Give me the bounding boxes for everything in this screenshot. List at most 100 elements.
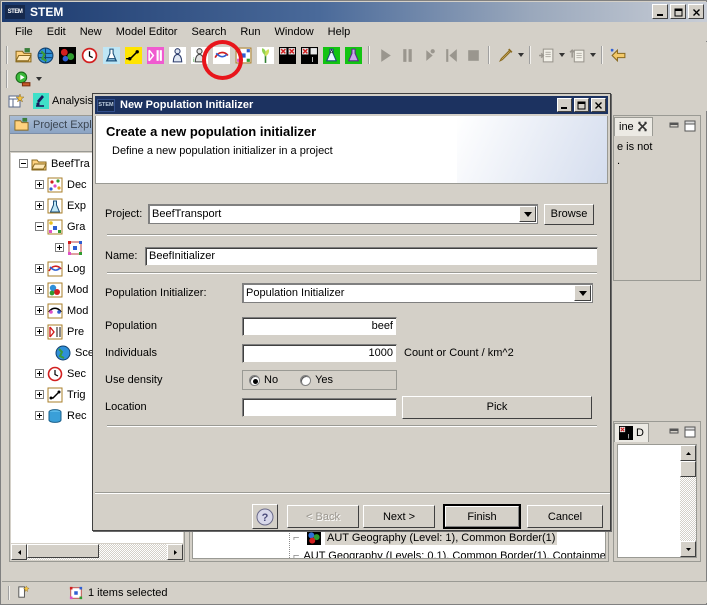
initializer-combo[interactable]: Population Initializer [242, 283, 593, 303]
infector-icon[interactable] [276, 44, 298, 66]
maximize-icon[interactable] [684, 120, 696, 132]
project-combo[interactable]: BeefTransport [148, 204, 538, 224]
menu-run[interactable]: Run [233, 24, 267, 40]
pen-icon[interactable] [494, 44, 516, 66]
export-dropdown-icon[interactable] [588, 44, 597, 66]
minimize-icon[interactable] [668, 426, 680, 438]
export-icon[interactable] [566, 44, 588, 66]
use-density-radio-yes[interactable]: Yes [300, 374, 333, 386]
dialog-header-banner: Create a new population initializer Defi… [95, 116, 608, 184]
tree-expander-models[interactable] [35, 285, 44, 294]
tree-expander-sequencers[interactable] [35, 369, 44, 378]
minimize-icon[interactable] [668, 120, 680, 132]
use-density-radio-no[interactable]: No [249, 374, 278, 386]
individuals-input[interactable]: 1000 [242, 343, 397, 363]
clock-icon[interactable] [78, 44, 100, 66]
chevron-down-icon[interactable] [519, 206, 536, 222]
tree-expander-graph-child[interactable] [55, 243, 64, 252]
tree-expander-decorators[interactable] [35, 180, 44, 189]
dialog-minimize-button[interactable] [557, 98, 572, 112]
pick-button[interactable]: Pick [402, 395, 592, 419]
window-controls [652, 4, 704, 19]
dialog-maximize-button[interactable] [574, 98, 589, 112]
list-item[interactable]: ⌐ AUT Geography (Level: 1), Common Borde… [193, 529, 605, 547]
right-bottom-tab[interactable]: I D [614, 422, 649, 442]
population-input[interactable]: beef [242, 316, 397, 336]
decorator-icon[interactable] [254, 44, 276, 66]
logger-icon[interactable] [210, 44, 232, 66]
maximize-button[interactable] [670, 4, 686, 19]
location-input[interactable] [242, 397, 397, 417]
explorer-horizontal-scrollbar[interactable] [11, 544, 183, 560]
scroll-left-button[interactable] [11, 544, 27, 560]
open-project-icon[interactable] [12, 44, 34, 66]
population-initializer-icon[interactable]: i [188, 44, 210, 66]
finish-button[interactable]: Finish [443, 504, 521, 529]
menu-edit[interactable]: Edit [40, 24, 73, 40]
scroll-thumb[interactable] [680, 461, 696, 477]
right-top-tab[interactable]: ine [614, 116, 653, 136]
scroll-up-button[interactable] [680, 445, 696, 461]
dialog-close-button[interactable] [591, 98, 606, 112]
new-wizard-icon[interactable] [8, 92, 24, 109]
menu-file[interactable]: File [8, 24, 40, 40]
tree-expander-experiments[interactable] [35, 201, 44, 210]
graph-icon[interactable] [232, 44, 254, 66]
right-bottom-vertical-scrollbar[interactable] [680, 445, 696, 557]
initializer-label: Population Initializer: [105, 287, 207, 299]
minimize-button[interactable] [652, 4, 668, 19]
scroll-right-button[interactable] [167, 544, 183, 560]
menu-model-editor[interactable]: Model Editor [109, 24, 185, 40]
tree-expander-predicates[interactable] [35, 327, 44, 336]
tree-expander-root[interactable] [19, 159, 28, 168]
globe-icon[interactable] [34, 44, 56, 66]
import-icon[interactable] [535, 44, 557, 66]
pen-dropdown-icon[interactable] [516, 44, 525, 66]
tree-expander-loggers[interactable] [35, 264, 44, 273]
tree-expander-modifiers[interactable] [35, 306, 44, 315]
back-icon[interactable] [607, 44, 629, 66]
disease-icon[interactable]: A [320, 44, 342, 66]
list-item[interactable]: ⌐ AUT Geography (Levels: 0,1), Common Bo… [193, 547, 605, 558]
chevron-down-icon[interactable] [574, 285, 591, 301]
selection-icon[interactable] [16, 585, 31, 600]
maximize-icon[interactable] [684, 426, 696, 438]
tree-expander-triggers[interactable] [35, 390, 44, 399]
scroll-track[interactable] [27, 544, 167, 560]
name-input[interactable]: BeefInitializer [145, 246, 598, 266]
help-button[interactable]: ? [252, 504, 278, 529]
reset-icon[interactable] [440, 44, 462, 66]
cancel-button[interactable]: Cancel [527, 505, 603, 528]
browse-button[interactable]: Browse [544, 203, 594, 225]
run-scenario-dropdown-icon[interactable] [34, 68, 43, 90]
population-icon[interactable] [166, 44, 188, 66]
model-icon[interactable] [56, 44, 78, 66]
automatic-experiment-icon[interactable] [342, 44, 364, 66]
step-icon[interactable] [418, 44, 440, 66]
import-dropdown-icon[interactable] [557, 44, 566, 66]
close-icon[interactable] [637, 121, 648, 132]
experiment-flask-icon[interactable] [100, 44, 122, 66]
tree-expander-graphs[interactable] [35, 222, 44, 231]
predicate-icon[interactable] [144, 44, 166, 66]
name-input-value: BeefInitializer [149, 250, 216, 262]
run-scenario-icon[interactable] [12, 68, 34, 90]
menu-new[interactable]: New [73, 24, 109, 40]
scroll-down-button[interactable] [680, 541, 696, 557]
tree-expander-recorded[interactable] [35, 411, 44, 420]
perspective-tab-analysis[interactable]: Analysis [30, 91, 98, 111]
back-button[interactable]: < Back [287, 505, 359, 528]
tree-label-modifiers: Mod [67, 304, 89, 317]
scroll-thumb[interactable] [27, 544, 99, 558]
menu-window[interactable]: Window [268, 24, 321, 40]
menu-help[interactable]: Help [321, 24, 358, 40]
infector2-icon[interactable]: I [298, 44, 320, 66]
trigger-icon[interactable] [122, 44, 144, 66]
play-icon[interactable] [374, 44, 396, 66]
scroll-track[interactable] [680, 477, 696, 541]
next-button[interactable]: Next > [363, 505, 435, 528]
stop-icon[interactable] [462, 44, 484, 66]
menu-search[interactable]: Search [184, 24, 233, 40]
pause-icon[interactable] [396, 44, 418, 66]
close-button[interactable] [688, 4, 704, 19]
